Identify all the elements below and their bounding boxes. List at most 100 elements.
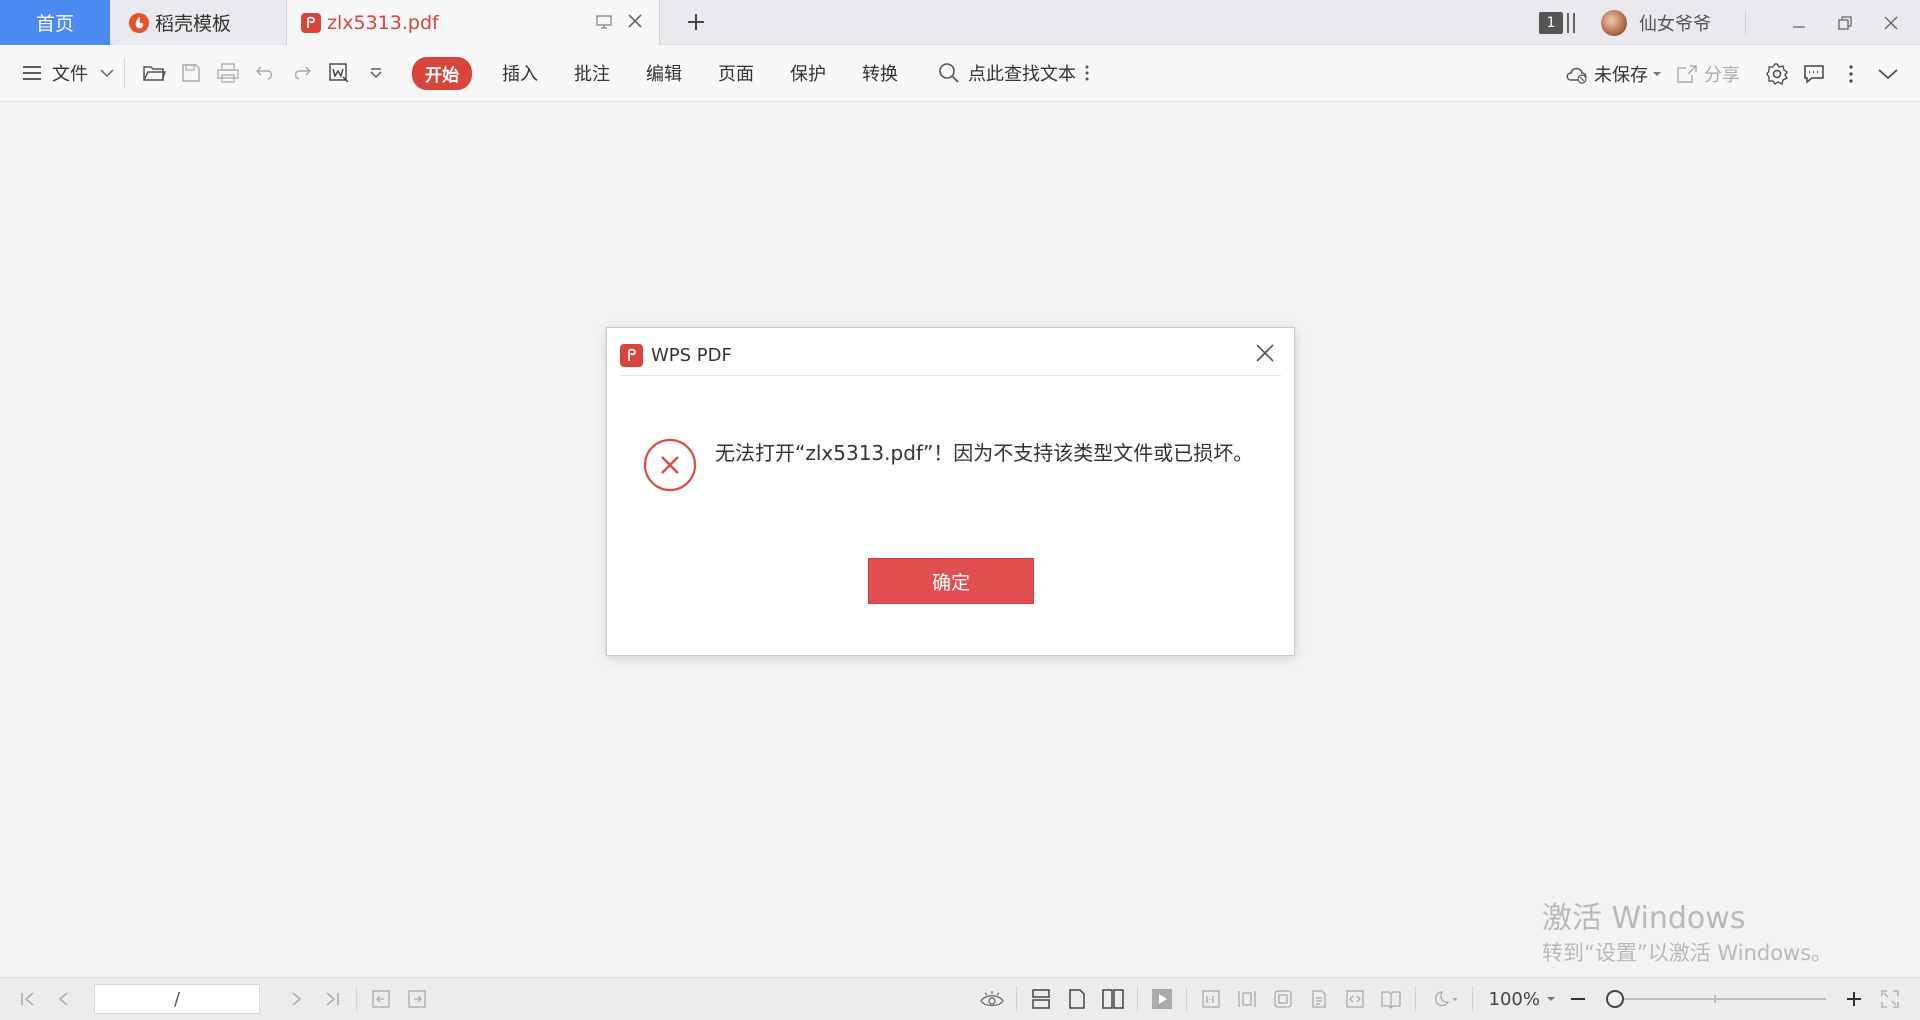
share-icon: [1677, 64, 1697, 83]
fit-width-icon[interactable]: [1229, 981, 1265, 1017]
share-button[interactable]: 分享: [1676, 61, 1740, 87]
tab-convert[interactable]: 转换: [862, 60, 898, 86]
zoom-slider[interactable]: [1606, 990, 1826, 1008]
minimize-button[interactable]: [1776, 0, 1822, 45]
restore-button[interactable]: [1822, 0, 1868, 45]
watermark-title: 激活 Windows: [1542, 901, 1746, 936]
more-vertical-icon[interactable]: [1082, 63, 1092, 83]
page-number-input[interactable]: /: [94, 984, 260, 1014]
tab-annotate[interactable]: 批注: [574, 60, 610, 86]
main-toolbar: 文件 开始 插入 批注 编辑 页面 保护 转换 点此查找文本 未保存 分享: [0, 45, 1920, 102]
username[interactable]: 仙女爷爷: [1639, 10, 1711, 36]
open-folder-icon[interactable]: [135, 55, 172, 92]
eye-protection-icon[interactable]: [974, 981, 1010, 1017]
cloud-icon: [1566, 67, 1587, 84]
tab-insert[interactable]: 插入: [502, 60, 538, 86]
pdf-to-word-icon[interactable]: [320, 55, 357, 92]
tab-home[interactable]: 首页: [0, 0, 110, 45]
divider: [1471, 986, 1473, 1012]
tab-document-label: zlx5313.pdf: [327, 11, 439, 34]
window-count-badge[interactable]: 1: [1539, 11, 1563, 34]
share-label: 分享: [1704, 64, 1740, 86]
activation-watermark: 激活 Windows 转到“设置”以激活 Windows。: [1542, 900, 1832, 968]
watermark-subtitle: 转到“设置”以激活 Windows。: [1542, 941, 1833, 965]
book-view-icon[interactable]: [1373, 981, 1409, 1017]
dialog-close-icon[interactable]: [1252, 340, 1278, 366]
file-menu-label: 文件: [52, 64, 88, 85]
dialog-title: WPS PDF: [651, 344, 732, 366]
chevron-down-icon: [100, 69, 114, 78]
fit-page-icon[interactable]: [1265, 981, 1301, 1017]
close-window-button[interactable]: [1868, 0, 1914, 45]
undo-icon[interactable]: [246, 55, 283, 92]
divider: [1414, 986, 1416, 1012]
find-text-button[interactable]: 点此查找文本: [938, 60, 1092, 86]
comment-icon[interactable]: [1795, 55, 1832, 92]
previous-page-icon[interactable]: [46, 981, 82, 1017]
caret-down-icon: [1653, 71, 1661, 76]
continuous-view-icon[interactable]: [1023, 981, 1059, 1017]
divider: [1745, 10, 1746, 35]
first-page-icon[interactable]: [10, 981, 46, 1017]
zoom-slider-thumb[interactable]: [1606, 990, 1624, 1008]
zoom-level-dropdown[interactable]: 100%: [1489, 989, 1556, 1010]
error-icon: [643, 438, 697, 492]
page-indicator: /: [173, 988, 181, 1010]
error-message: 无法打开“zlx5313.pdf”！因为不支持该类型文件或已损坏。: [715, 441, 1254, 465]
previous-view-icon[interactable]: [363, 981, 399, 1017]
last-page-icon[interactable]: [314, 981, 350, 1017]
more-tools-dropdown-icon[interactable]: [357, 55, 394, 92]
window-stack-icon: [1567, 12, 1575, 33]
new-tab-button[interactable]: [682, 8, 710, 36]
code-view-icon[interactable]: [1337, 981, 1373, 1017]
tab-template-label: 稻壳模板: [155, 13, 232, 35]
tab-edit[interactable]: 编辑: [646, 60, 682, 86]
avatar[interactable]: [1601, 9, 1627, 36]
ok-button[interactable]: 确定: [868, 558, 1034, 604]
fullscreen-icon[interactable]: [1872, 981, 1908, 1017]
close-tab-icon[interactable]: [625, 11, 645, 36]
next-view-icon[interactable]: [399, 981, 435, 1017]
print-icon[interactable]: [209, 55, 246, 92]
page-layout-icon[interactable]: [1301, 981, 1337, 1017]
zoom-slider-tick: [1714, 995, 1716, 1003]
more-options-icon[interactable]: [1832, 55, 1869, 92]
zoom-level: 100%: [1488, 988, 1540, 1010]
night-mode-icon[interactable]: [1422, 981, 1466, 1017]
save-icon[interactable]: [172, 55, 209, 92]
tab-document[interactable]: zlx5313.pdf: [286, 0, 660, 45]
dialog-header: WPS PDF: [620, 340, 1281, 370]
status-bar: / 100%: [0, 977, 1920, 1020]
monitor-icon[interactable]: [595, 13, 613, 35]
single-page-view-icon[interactable]: [1059, 981, 1095, 1017]
wps-pdf-logo-icon: [620, 343, 643, 367]
error-dialog: WPS PDF 无法打开“zlx5313.pdf”！因为不支持该类型文件或已损坏…: [606, 327, 1295, 656]
search-icon: [939, 63, 959, 83]
settings-gear-icon[interactable]: [1758, 55, 1795, 92]
tab-template[interactable]: 稻壳模板: [115, 0, 283, 45]
tab-page[interactable]: 页面: [718, 60, 754, 86]
pdf-file-icon: [301, 12, 321, 33]
zoom-out-icon[interactable]: [1560, 981, 1596, 1017]
tab-start[interactable]: 开始: [412, 56, 472, 90]
collapse-ribbon-icon[interactable]: [1869, 55, 1906, 92]
divider: [620, 375, 1281, 376]
play-slideshow-icon[interactable]: [1144, 981, 1180, 1017]
zoom-in-icon[interactable]: [1836, 981, 1872, 1017]
next-page-icon[interactable]: [278, 981, 314, 1017]
save-status[interactable]: 未保存: [1564, 61, 1662, 87]
title-bar: 首页 稻壳模板 zlx5313.pdf 1 仙女爷爷: [0, 0, 1920, 45]
divider: [124, 58, 125, 88]
divider: [1136, 986, 1138, 1012]
divider: [356, 986, 357, 1012]
save-status-label: 未保存: [1594, 64, 1648, 86]
hamburger-icon: [23, 66, 41, 80]
find-text-label: 点此查找文本: [968, 64, 1076, 85]
file-menu[interactable]: 文件: [22, 60, 114, 86]
caret-down-icon: [1547, 997, 1555, 1001]
redo-icon[interactable]: [283, 55, 320, 92]
tab-protect[interactable]: 保护: [790, 60, 826, 86]
two-page-view-icon[interactable]: [1095, 981, 1131, 1017]
docer-logo-icon: [129, 12, 149, 33]
actual-size-icon[interactable]: [1193, 981, 1229, 1017]
